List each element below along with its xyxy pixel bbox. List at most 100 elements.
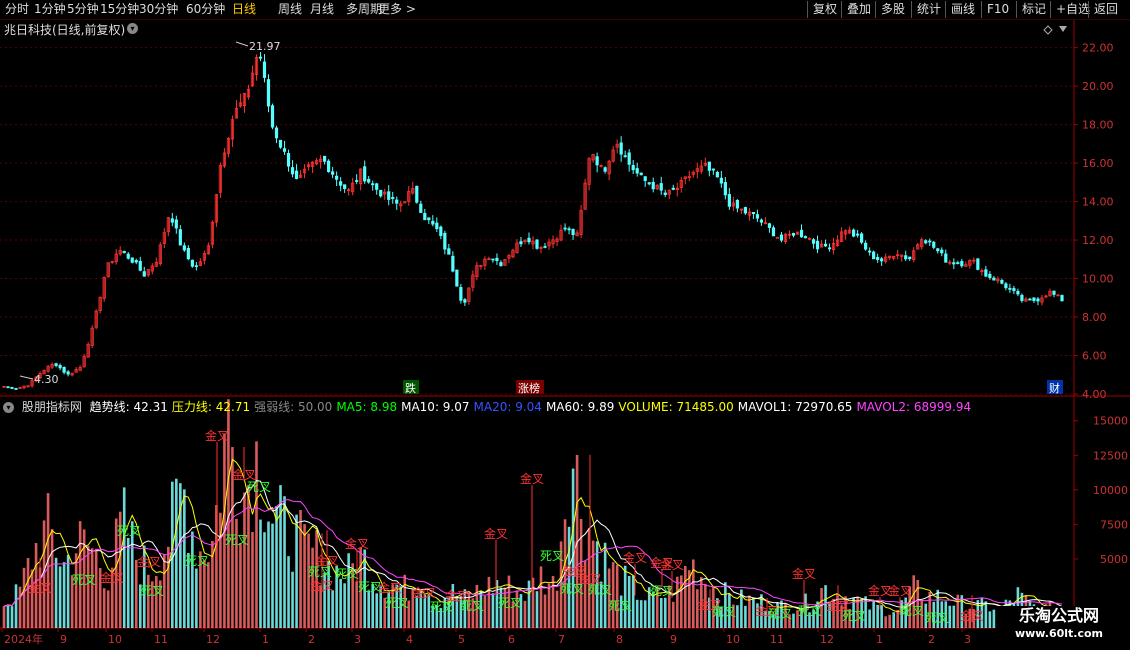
candle-body [527, 237, 531, 243]
death-cross-label: 死叉 [540, 549, 564, 563]
candle-body [932, 241, 936, 248]
date-tick-label: 10 [726, 633, 740, 646]
volume-bar [888, 614, 891, 628]
candle-body [852, 229, 856, 237]
indicator-value-0: 趋势线: 42.31 [89, 400, 168, 414]
candle-body [178, 229, 182, 246]
candle-body [423, 212, 427, 221]
candle-body [868, 250, 872, 253]
price-tick-label: 4.00 [1082, 388, 1107, 401]
candle-body [755, 214, 760, 219]
candle-body [419, 203, 423, 213]
candle-body [371, 183, 375, 186]
volume-bar [631, 575, 635, 628]
price-tick-label: 6.00 [1082, 350, 1107, 363]
volume-bar [66, 554, 70, 628]
candle-body [659, 183, 663, 191]
candle-body [323, 155, 327, 162]
volume-bar [102, 588, 106, 628]
volume-bar [259, 519, 262, 628]
candle-body [375, 183, 379, 190]
volume-bar [271, 523, 274, 628]
candle-body [363, 166, 367, 182]
candle-body [1016, 290, 1020, 295]
volume-bar [90, 548, 94, 628]
volume-bar [415, 595, 419, 628]
volume-tick-label: 10000 [1093, 484, 1128, 497]
indicator-name[interactable]: 股朋指标网 [22, 400, 82, 414]
volume-bar [744, 605, 747, 628]
triangle-down-icon[interactable] [1059, 26, 1067, 32]
candle-body [727, 194, 731, 207]
death-cross-label: 死叉 [650, 584, 674, 598]
candle-body [1052, 290, 1056, 295]
candle-body [435, 222, 439, 230]
candle-body [535, 239, 539, 249]
candle-body [455, 269, 459, 287]
volume-bar [263, 532, 266, 628]
volume-bar [671, 601, 675, 628]
candle-body [194, 265, 198, 268]
death-cross-label: 死叉 [247, 480, 271, 494]
volume-bar [675, 576, 679, 628]
candle-body [274, 127, 279, 139]
candle-body [811, 239, 816, 244]
volume-bar [10, 606, 14, 628]
kline-chart[interactable]: 22.0020.0018.0016.0014.0012.0010.008.006… [0, 0, 1130, 650]
volume-bar [375, 593, 379, 628]
volume-bar [876, 604, 879, 628]
indicator-value-8: MAVOL1: 72970.65 [737, 400, 853, 414]
volume-bar [50, 529, 54, 628]
candle-body [1020, 294, 1024, 301]
candle-body [856, 233, 860, 236]
candle-body [122, 250, 126, 254]
volume-bar [639, 600, 643, 628]
candle-body [282, 148, 287, 152]
candle-body [1008, 287, 1012, 290]
candle-body [66, 371, 70, 375]
indicator-value-9: MAVOL2: 68999.94 [856, 400, 972, 414]
volume-bar [880, 605, 883, 628]
volume-bar [14, 584, 18, 628]
candle-body [988, 273, 992, 278]
diamond-icon[interactable] [1043, 25, 1053, 35]
death-cross-label: 死叉 [608, 599, 632, 613]
volume-bar [275, 505, 278, 628]
indicator-value-4: MA10: 9.07 [401, 400, 470, 414]
indicator-value-1: 压力线: 42.71 [171, 400, 251, 414]
candle-body [775, 236, 780, 239]
price-tick-label: 16.00 [1082, 157, 1114, 170]
candle-body [976, 258, 980, 270]
volume-bar [287, 556, 290, 628]
candle-body [491, 258, 495, 261]
candle-body [711, 168, 715, 171]
golden-cross-label: 金叉 [315, 553, 339, 568]
candle-body [343, 184, 347, 189]
candle-body [463, 299, 467, 303]
candle-body [864, 242, 868, 250]
price-tick-label: 18.00 [1082, 119, 1114, 132]
volume-bar [18, 586, 22, 628]
volume-bar [547, 583, 551, 628]
indicator-dropdown-icon[interactable]: ▾ [3, 402, 14, 413]
candle-body [335, 175, 339, 180]
volume-bar [54, 557, 58, 628]
volume-bar [2, 606, 6, 628]
volume-bar [22, 567, 26, 628]
golden-cross-label: 金叉 [484, 526, 508, 541]
volume-bar [167, 546, 170, 628]
volume-bar [535, 591, 539, 628]
volume-bar [984, 601, 988, 628]
death-cross-label: 死叉 [72, 573, 96, 587]
candle-body [266, 79, 271, 107]
candle-body [1060, 295, 1064, 302]
golden-cross-label: 金叉 [412, 585, 436, 600]
candle-body [447, 248, 451, 255]
candle-body [956, 262, 960, 265]
volume-bar [896, 609, 899, 628]
candle-body [723, 182, 727, 196]
volume-bar [643, 600, 647, 628]
volume-bar [291, 571, 294, 628]
volume-bar [615, 564, 619, 628]
volume-bar [635, 599, 639, 628]
